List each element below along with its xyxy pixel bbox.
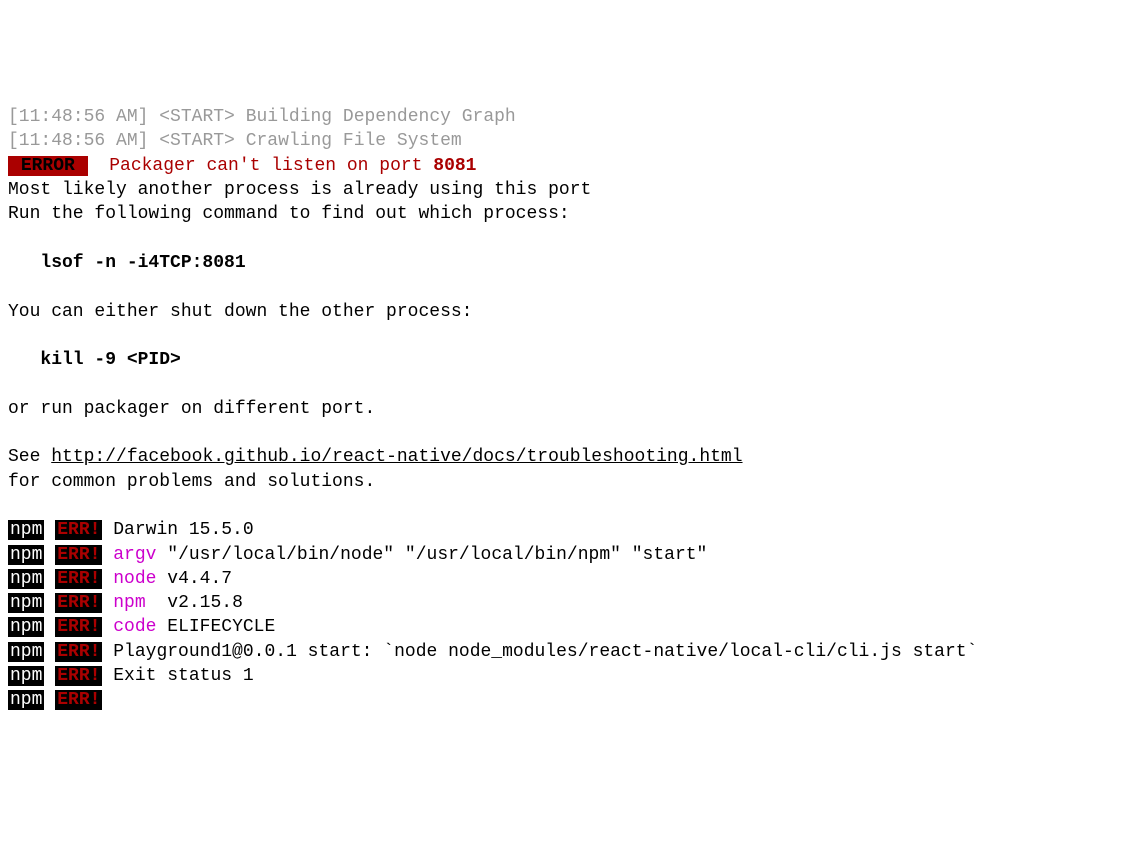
npm-err-key-argv: argv [113,545,156,565]
npm-label: npm [8,545,44,565]
npm-err-argv: "/usr/local/bin/node" "/usr/local/bin/np… [156,545,707,565]
npm-label: npm [8,617,44,637]
log-line-2: [11:48:56 AM] <START> Crawling File Syst… [8,131,462,151]
see-prefix: See [8,447,51,467]
npm-label: npm [8,642,44,662]
info-line-1: Most likely another process is already u… [8,180,591,200]
npm-label: npm [8,569,44,589]
info-line-4: or run packager on different port. [8,399,375,419]
troubleshooting-link[interactable]: http://facebook.github.io/react-native/d… [51,447,742,467]
err-label: ERR! [55,690,102,710]
npm-label: npm [8,593,44,613]
npm-err-node: v4.4.7 [156,569,232,589]
err-label: ERR! [55,642,102,662]
err-label: ERR! [55,569,102,589]
npm-label: npm [8,666,44,686]
npm-label: npm [8,520,44,540]
info-line-5: for common problems and solutions. [8,472,375,492]
npm-err-exit: Exit status 1 [102,666,253,686]
lsof-command: lsof -n -i4TCP:8081 [8,253,246,273]
info-line-3: You can either shut down the other proce… [8,302,472,322]
error-message: Packager can't listen on port [88,156,434,176]
error-port: 8081 [433,156,476,176]
err-label: ERR! [55,593,102,613]
err-label: ERR! [55,617,102,637]
err-label: ERR! [55,520,102,540]
npm-label: npm [8,690,44,710]
err-label: ERR! [55,666,102,686]
kill-command: kill -9 <PID> [8,350,181,370]
terminal-output: [11:48:56 AM] <START> Building Dependenc… [8,105,1128,712]
log-line-1: [11:48:56 AM] <START> Building Dependenc… [8,107,516,127]
npm-err-key-node: node [113,569,156,589]
npm-err-key-npm: npm [113,593,156,613]
info-line-2: Run the following command to find out wh… [8,204,570,224]
err-label: ERR! [55,545,102,565]
npm-err-script: Playground1@0.0.1 start: `node node_modu… [102,642,977,662]
npm-err-darwin: Darwin 15.5.0 [102,520,253,540]
npm-err-key-code: code [113,617,156,637]
npm-err-code: ELIFECYCLE [156,617,275,637]
error-badge: ERROR [8,156,88,176]
npm-err-npm: v2.15.8 [156,593,242,613]
